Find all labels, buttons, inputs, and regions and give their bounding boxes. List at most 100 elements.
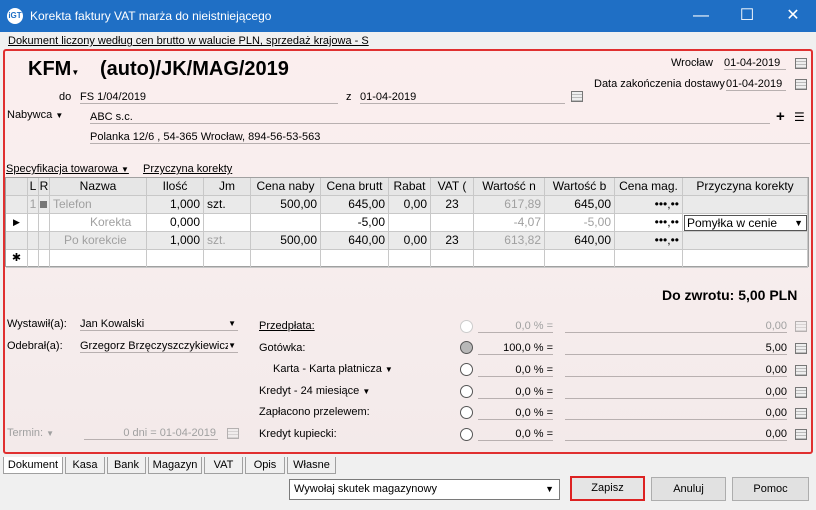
payment-amount-prepayment[interactable]: 0,00	[565, 320, 787, 333]
table-cell-empty[interactable]	[28, 250, 39, 268]
delivery-date-field[interactable]: 01-04-2019	[726, 78, 786, 91]
payment-percent-prepayment[interactable]: 0,0 % =	[478, 320, 553, 333]
tab-bank[interactable]: Bank	[107, 457, 146, 474]
term-field[interactable]: 0 dni = 01-04-2019	[84, 427, 218, 440]
source-date-field[interactable]: 01-04-2019	[360, 91, 565, 104]
payment-radio-credit[interactable]	[460, 385, 473, 398]
col-header[interactable]: VAT (	[431, 178, 474, 196]
table-cell-gross[interactable]: 640,00	[321, 232, 389, 250]
payment-amount-merchant-credit[interactable]: 0,00	[565, 428, 787, 441]
buyer-name-field[interactable]: ABC s.c.	[90, 111, 770, 124]
calculator-icon[interactable]	[795, 408, 807, 419]
table-cell-empty[interactable]	[683, 250, 808, 268]
col-header[interactable]: Wartość n	[474, 178, 545, 196]
close-button[interactable]: ✕	[770, 0, 816, 32]
col-header[interactable]: Rabat	[389, 178, 431, 196]
payment-radio-transfer[interactable]	[460, 406, 473, 419]
table-cell-empty[interactable]	[321, 250, 389, 268]
table-cell-net[interactable]: 613,82	[474, 232, 545, 250]
table-cell-net[interactable]: 617,89	[474, 196, 545, 214]
reason-tab-link[interactable]: Przyczyna korekty	[143, 163, 232, 175]
reason-select[interactable]: Pomyłka w cenie ▼	[684, 215, 807, 231]
term-dropdown[interactable]: Termin: ▼	[7, 427, 54, 439]
payment-amount-cash[interactable]: 5,00	[565, 342, 787, 355]
table-cell-empty[interactable]	[431, 250, 474, 268]
reason-dropdown[interactable]: Pomyłka w cenie ▼	[683, 214, 808, 232]
row-indicator[interactable]	[6, 196, 28, 214]
table-cell-brut[interactable]: 640,00	[545, 232, 615, 250]
table-cell-rabat[interactable]: 0,00	[389, 232, 431, 250]
table-cell-buy[interactable]	[251, 214, 321, 232]
calendar-icon[interactable]	[227, 428, 239, 439]
document-info-link[interactable]: Dokument liczony według cen brutto w wal…	[8, 35, 369, 47]
buyer-dropdown[interactable]: Nabywca ▼	[7, 109, 63, 121]
table-cell-gross[interactable]: -5,00	[321, 214, 389, 232]
calculator-icon[interactable]	[795, 365, 807, 376]
payment-amount-transfer[interactable]: 0,00	[565, 407, 787, 420]
table-cell-gross[interactable]: 645,00	[321, 196, 389, 214]
table-cell-lp[interactable]	[28, 232, 39, 250]
payment-percent-card[interactable]: 0,0 % =	[478, 364, 553, 377]
table-cell-empty[interactable]	[389, 250, 431, 268]
col-header[interactable]: Przyczyna korekty	[683, 178, 808, 196]
table-cell-net[interactable]: -4,07	[474, 214, 545, 232]
list-icon[interactable]: ☰	[794, 110, 805, 124]
table-cell-buy[interactable]: 500,00	[251, 232, 321, 250]
table-cell-qty[interactable]: 0,000	[147, 214, 204, 232]
calendar-icon[interactable]	[795, 79, 807, 90]
table-cell-vat[interactable]: 23	[431, 196, 474, 214]
issue-date-field[interactable]: 01-04-2019	[724, 57, 786, 70]
table-cell-qty[interactable]: 1,000	[147, 232, 204, 250]
col-header[interactable]: Jm	[204, 178, 251, 196]
table-cell-r[interactable]	[39, 196, 50, 214]
table-cell-mag[interactable]: •••,••	[615, 232, 683, 250]
current-row-arrow-icon[interactable]: ▶	[6, 214, 28, 232]
payment-percent-transfer[interactable]: 0,0 % =	[478, 407, 553, 420]
document-type[interactable]: KFM▼	[28, 58, 79, 81]
save-button[interactable]: Zapisz	[570, 476, 645, 501]
col-header[interactable]: Cena brutt	[321, 178, 389, 196]
spec-tab-link[interactable]: Specyfikacja towarowa ▼	[6, 163, 129, 175]
table-cell-unit[interactable]	[204, 214, 251, 232]
table-cell-name[interactable]: Korekta	[50, 214, 147, 232]
payment-percent-credit[interactable]: 0,0 % =	[478, 386, 553, 399]
table-cell-empty[interactable]	[251, 250, 321, 268]
table-cell-r[interactable]	[39, 232, 50, 250]
table-cell-buy[interactable]: 500,00	[251, 196, 321, 214]
table-cell-lp[interactable]: 1	[28, 196, 39, 214]
calculator-icon[interactable]	[795, 387, 807, 398]
source-invoice-field[interactable]: FS 1/04/2019	[80, 91, 338, 104]
calculator-icon[interactable]	[795, 429, 807, 440]
table-cell-empty[interactable]	[204, 250, 251, 268]
table-cell-qty[interactable]: 1,000	[147, 196, 204, 214]
add-icon[interactable]: +	[776, 108, 785, 125]
payment-percent-cash[interactable]: 100,0 % =	[478, 342, 553, 355]
table-cell-name[interactable]: Po korekcie	[50, 232, 147, 250]
payment-radio-merchant-credit[interactable]	[460, 428, 473, 441]
table-cell-empty[interactable]	[50, 250, 147, 268]
col-header[interactable]: Wartość b	[545, 178, 615, 196]
received-by-select[interactable]: Grzegorz Brzęczyszczykiewicz ▼	[80, 340, 238, 353]
cancel-button[interactable]: Anuluj	[651, 477, 726, 501]
tab-opis[interactable]: Opis	[245, 457, 285, 474]
table-cell-lp[interactable]	[28, 214, 39, 232]
help-button[interactable]: Pomoc	[732, 477, 809, 501]
table-cell-brut[interactable]: -5,00	[545, 214, 615, 232]
row-indicator[interactable]	[6, 232, 28, 250]
new-row-icon[interactable]: ✱	[6, 250, 28, 268]
col-header[interactable]: R	[39, 178, 50, 196]
maximize-button[interactable]: ☐	[724, 0, 770, 32]
table-cell-reason[interactable]	[683, 196, 808, 214]
items-table[interactable]: L R Nazwa Ilość Jm Cena naby Cena brutt …	[5, 177, 809, 268]
table-cell-rabat[interactable]: 0,00	[389, 196, 431, 214]
col-header[interactable]: Nazwa	[50, 178, 147, 196]
table-cell-vat[interactable]	[431, 214, 474, 232]
minimize-button[interactable]: —	[678, 0, 724, 32]
payment-radio-card[interactable]	[460, 363, 473, 376]
payment-percent-merchant-credit[interactable]: 0,0 % =	[478, 428, 553, 441]
table-cell-mag[interactable]: •••,••	[615, 214, 683, 232]
table-cell-empty[interactable]	[615, 250, 683, 268]
table-cell-r[interactable]	[39, 214, 50, 232]
col-header[interactable]: L	[28, 178, 39, 196]
table-cell-unit[interactable]: szt.	[204, 232, 251, 250]
